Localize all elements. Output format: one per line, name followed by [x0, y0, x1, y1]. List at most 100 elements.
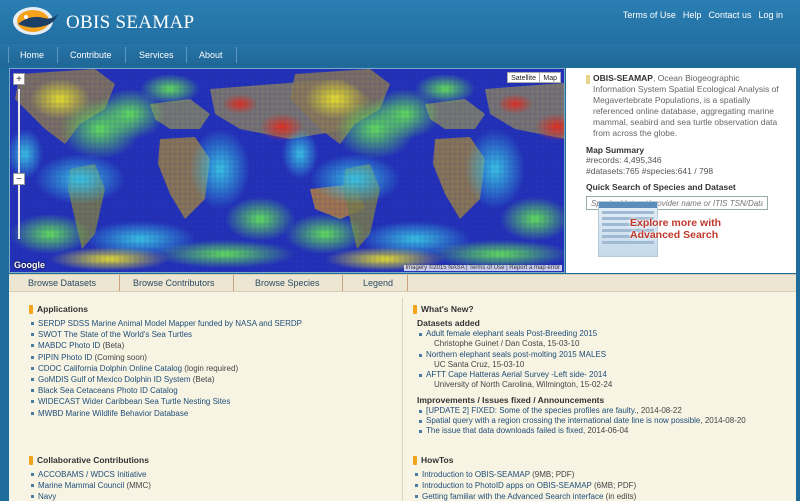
list-item: WIDECAST Wider Caribbean Sea Turtle Nest… [29, 396, 389, 407]
app-link-black-sea[interactable]: Black Sea Cetaceans Photo ID Catalog [38, 386, 178, 395]
bullet-icon [31, 322, 34, 325]
advanced-search-line2: Advanced Search [630, 229, 719, 241]
app-link-mwbd[interactable]: MWBD Marine Wildlife Behavior Database [38, 409, 188, 418]
whats-new-title: What's New? [413, 304, 791, 314]
tab-browse-datasets[interactable]: Browse Datasets [28, 278, 96, 288]
home-content: Applications SERDP SDSS Marine Animal Mo… [9, 291, 796, 501]
advanced-search-banner[interactable]: Explore more with Advanced Search [598, 201, 753, 257]
intro-text: OBIS-SEAMAP, Ocean Biogeographic Informa… [586, 73, 784, 139]
app-link-widecast[interactable]: WIDECAST Wider Caribbean Sea Turtle Nest… [38, 397, 230, 406]
list-item: CDOC California Dolphin Online Catalog (… [29, 363, 389, 374]
list-item-note: (login required) [182, 363, 239, 373]
list-item: PIPIN Photo ID (Coming soon) [29, 352, 389, 363]
howtos-panel: HowTos Introduction to OBIS-SEAMAP (9MB;… [413, 455, 791, 501]
records-count: #records: 4,495,346 [586, 155, 662, 165]
dataset-link[interactable]: Northern elephant seals post-molting 201… [426, 350, 606, 359]
bullet-icon [31, 400, 34, 404]
datasets-species-count: #datasets:765 #species:641 / 798 [586, 166, 714, 176]
howto-link[interactable]: Introduction to PhotoID apps on OBIS-SEA… [422, 481, 592, 490]
section-marker-icon [29, 455, 33, 465]
list-item: The issue that data downloads failed is … [413, 426, 791, 436]
contact-us-link[interactable]: Contact us [708, 10, 751, 20]
site-title[interactable]: OBIS SEAMAP [66, 12, 194, 34]
tab-browse-contributors[interactable]: Browse Contributors [133, 278, 215, 288]
section-marker-icon [413, 455, 417, 465]
list-item-note: (MMC) [124, 481, 151, 491]
zoom-out-button[interactable]: − [13, 173, 25, 185]
announcement-link[interactable]: The issue that data downloads failed is … [426, 426, 583, 435]
intro-brand: OBIS-SEAMAP [593, 73, 653, 83]
howto-link[interactable]: Getting familiar with the Advanced Searc… [422, 492, 603, 501]
list-item-note: (Coming soon) [92, 352, 147, 362]
nav-divider [57, 47, 58, 63]
list-item: Marine Mammal Council (MMC) [29, 480, 389, 491]
howto-link[interactable]: Introduction to OBIS-SEAMAP [422, 470, 530, 479]
list-item: SWOT The State of the World's Sea Turtle… [29, 329, 389, 340]
tab-browse-species[interactable]: Browse Species [255, 278, 320, 288]
app-link-swot[interactable]: SWOT The State of the World's Sea Turtle… [38, 330, 192, 339]
dataset-link[interactable]: AFTT Cape Hatteras Aerial Survey -Left s… [426, 370, 607, 379]
tab-divider [342, 275, 343, 292]
login-link[interactable]: Log in [758, 10, 783, 20]
howtos-title: HowTos [413, 455, 791, 465]
nav-divider [8, 47, 9, 63]
nav-about[interactable]: About [199, 50, 223, 60]
whats-new-title-text: What's New? [421, 304, 474, 314]
section-marker-icon [413, 304, 417, 314]
advanced-search-label[interactable]: Explore more with Advanced Search [630, 217, 721, 241]
collab-link-navy[interactable]: Navy [38, 492, 56, 501]
google-logo: Google [14, 260, 45, 270]
bullet-icon [31, 473, 34, 476]
list-item: AFTT Cape Hatteras Aerial Survey -Left s… [413, 370, 791, 391]
announcement-link[interactable]: [UPDATE 2] FIXED: Some of the species pr… [426, 406, 636, 415]
app-link-serdp[interactable]: SERDP SDSS Marine Animal Model Mapper fu… [38, 319, 302, 328]
app-link-pipin[interactable]: PIPIN Photo ID [38, 353, 92, 362]
improvements-list: [UPDATE 2] FIXED: Some of the species pr… [413, 406, 791, 437]
collab-link-accobams[interactable]: ACCOBAMS / WDCS Initiative [38, 470, 146, 479]
collab-title-text: Collaborative Contributions [37, 455, 149, 465]
list-item: GoMDIS Gulf of Mexico Dolphin ID System … [29, 374, 389, 385]
nav-services[interactable]: Services [139, 50, 174, 60]
species-density-map[interactable]: Satellite Map + − Google Imagery ©2015 N… [9, 68, 565, 273]
collab-link-mmc[interactable]: Marine Mammal Council [38, 481, 124, 490]
list-item: MABDC Photo ID (Beta) [29, 340, 389, 351]
bullet-icon [415, 495, 418, 499]
site-header: OBIS SEAMAP Terms of Use Help Contact us… [0, 0, 800, 44]
nav-contribute[interactable]: Contribute [70, 50, 112, 60]
satellite-button[interactable]: Satellite [507, 72, 540, 83]
collab-panel: Collaborative Contributions ACCOBAMS / W… [29, 455, 389, 501]
bullet-icon [31, 484, 34, 488]
help-link[interactable]: Help [683, 10, 702, 20]
bullet-icon [419, 430, 422, 434]
list-item: Navy [29, 491, 389, 501]
nav-home[interactable]: Home [20, 50, 44, 60]
nav-divider [186, 47, 187, 63]
list-item: Adult female elephant seals Post-Breedin… [413, 329, 791, 350]
app-link-cdoc[interactable]: CDOC California Dolphin Online Catalog [38, 364, 182, 373]
tab-legend[interactable]: Legend [363, 278, 393, 288]
bullet-icon [31, 378, 34, 382]
map-type-button[interactable]: Map [539, 72, 561, 83]
obis-seamap-logo[interactable] [10, 4, 62, 38]
announcement-link[interactable]: Spatial query with a region crossing the… [426, 416, 700, 425]
list-item: Getting familiar with the Advanced Searc… [413, 491, 791, 501]
howtos-list: Introduction to OBIS-SEAMAP (9MB; PDF) I… [413, 469, 791, 501]
main-nav: Home Contribute Services About [0, 44, 800, 66]
nav-divider [236, 47, 237, 63]
bullet-icon [31, 389, 34, 393]
bullet-icon [31, 333, 34, 337]
map-attribution[interactable]: Imagery ©2015 NASA | Terms of Use | Repo… [403, 265, 562, 271]
list-item: [UPDATE 2] FIXED: Some of the species pr… [413, 406, 791, 416]
list-item-note: (in edits) [603, 492, 637, 501]
density-heatmap [10, 69, 564, 272]
terms-of-use-link[interactable]: Terms of Use [623, 10, 676, 20]
app-link-mabdc[interactable]: MABDC Photo ID [38, 341, 100, 350]
list-item-note: (Beta) [100, 341, 125, 351]
list-item: Spatial query with a region crossing the… [413, 416, 791, 426]
zoom-slider-track[interactable] [18, 89, 20, 239]
app-link-gomdis[interactable]: GoMDIS Gulf of Mexico Dolphin ID System [38, 375, 191, 384]
list-item: Introduction to PhotoID apps on OBIS-SEA… [413, 480, 791, 491]
dataset-link[interactable]: Adult female elephant seals Post-Breedin… [426, 329, 597, 338]
zoom-in-button[interactable]: + [13, 73, 25, 85]
column-divider [402, 298, 403, 501]
